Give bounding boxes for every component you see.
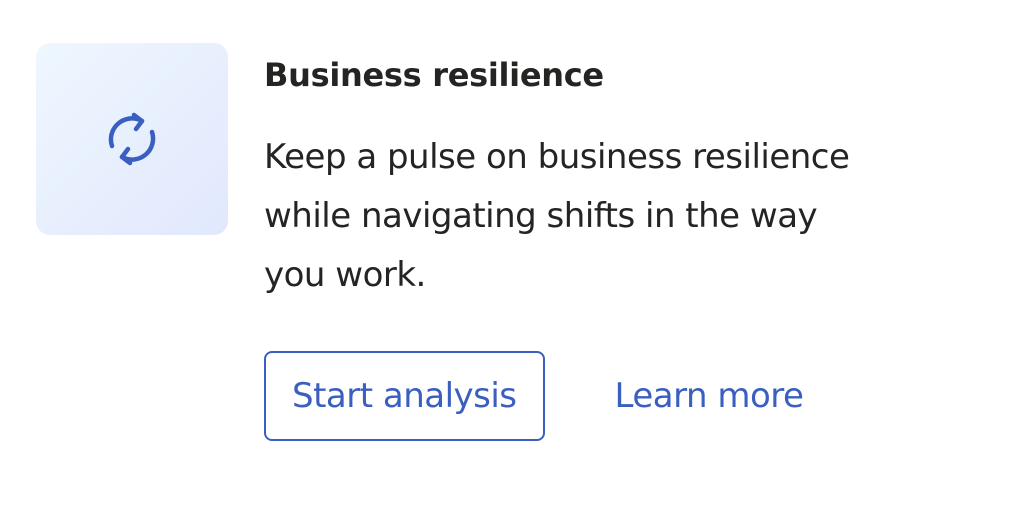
- card-description: Keep a pulse on business resilience whil…: [264, 137, 850, 295]
- business-resilience-card: Business resilience Keep a pulse on busi…: [0, 0, 1017, 516]
- card-content: Business resilience Keep a pulse on busi…: [264, 50, 964, 305]
- card-title: Business resilience: [264, 56, 604, 94]
- icon-tile: [36, 43, 228, 235]
- learn-more-link[interactable]: Learn more: [615, 376, 804, 416]
- card-actions: Start analysis Learn more: [264, 351, 804, 441]
- start-analysis-button[interactable]: Start analysis: [264, 351, 545, 441]
- sync-icon: [108, 112, 156, 166]
